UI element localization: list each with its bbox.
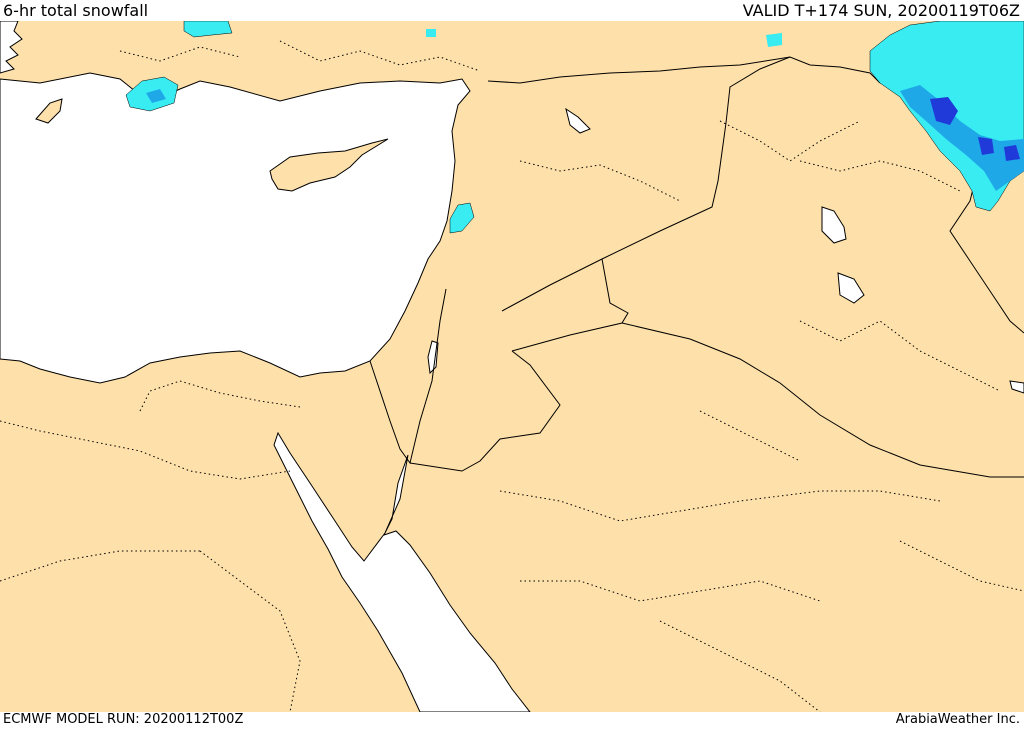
model-run-label: ECMWF MODEL RUN: 20200112T00Z [3,712,244,727]
snow-small-1 [426,29,436,37]
snowfall-map [0,21,1024,712]
map-footer: ECMWF MODEL RUN: 20200112T00Z ArabiaWeat… [0,712,1024,729]
map-canvas [0,21,1024,712]
snow-small-2 [766,33,782,47]
map-header: 6-hr total snowfall VALID T+174 SUN, 202… [0,0,1024,21]
brand-label: ArabiaWeather Inc. [895,712,1020,727]
valid-time: VALID T+174 SUN, 20200119T06Z [742,1,1020,20]
map-title: 6-hr total snowfall [3,1,149,20]
